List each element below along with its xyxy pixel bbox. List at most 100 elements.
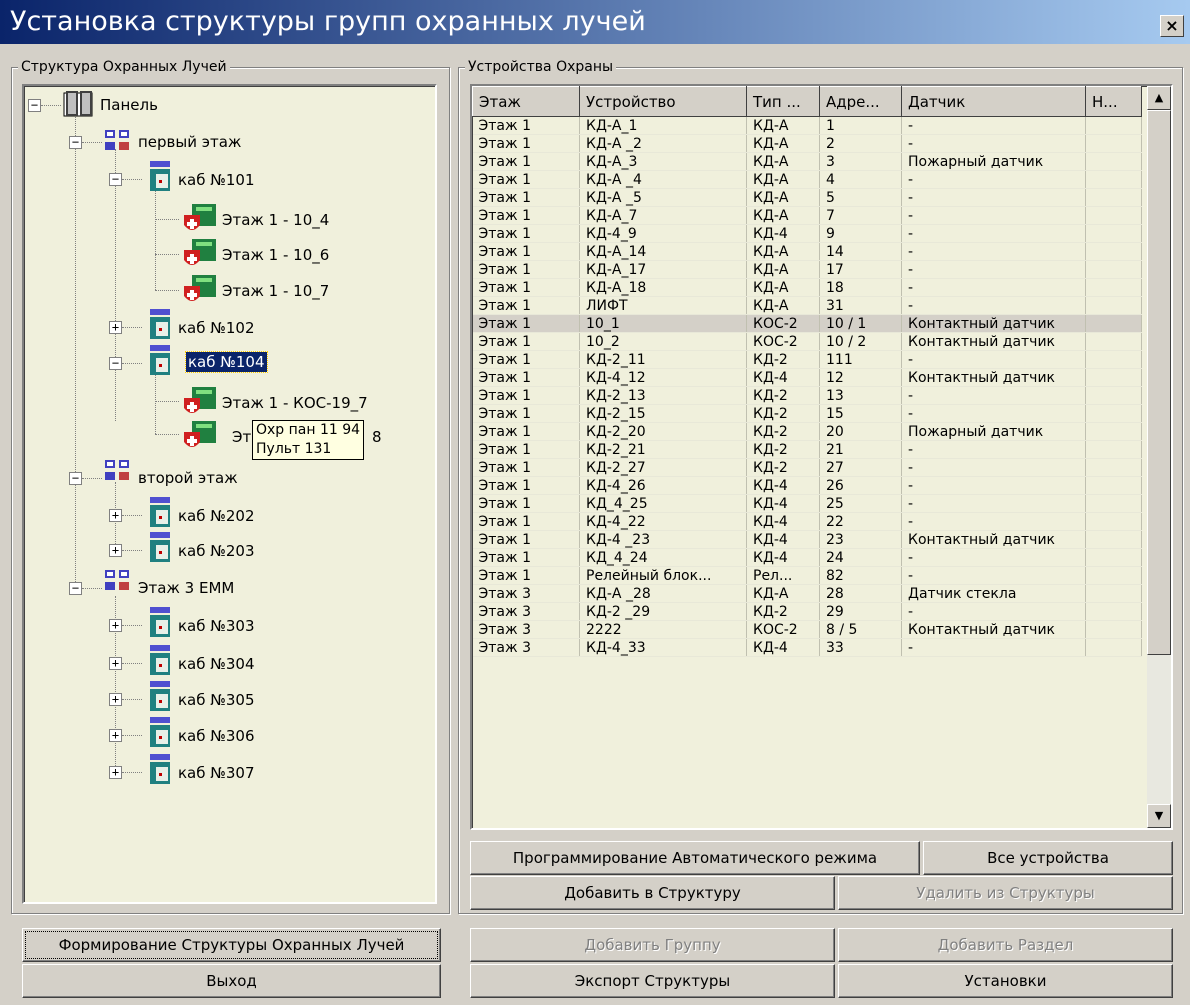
table-cell (1085, 296, 1142, 315)
column-header[interactable]: Устройство (579, 86, 747, 117)
tree-node-floor1[interactable]: первый этаж (136, 132, 243, 152)
table-cell (1085, 638, 1142, 657)
close-button[interactable]: × (1160, 15, 1184, 37)
tree-node-zone-partial[interactable]: Эт (230, 427, 253, 447)
table-cell: 1 (819, 116, 902, 135)
devices-table[interactable]: Этаж Устройство Тип ... Адре... Датчик Н... Э… (470, 84, 1173, 830)
tree-node-room304[interactable]: каб №304 (176, 654, 257, 674)
table-row[interactable]: Этаж 3 КД-4_33 КД-4 33- (472, 638, 1142, 657)
table-cell: Пожарный датчик (901, 422, 1086, 441)
add-group-button[interactable]: Добавить Группу (470, 928, 835, 962)
table-row[interactable]: Этаж 1 КД-4 _23 КД-4 23 Контактный датчик (472, 530, 1142, 549)
settings-button[interactable]: Установки (838, 964, 1173, 998)
tree-node-zone[interactable]: Этаж 1 - 10_7 (220, 281, 331, 301)
table-row[interactable]: Этаж 1 10_2 КОС-2 10 / 2 Контактный датчик (472, 332, 1142, 351)
tree-node-room305[interactable]: каб №305 (176, 690, 257, 710)
table-cell: КД-2_21 (579, 440, 747, 459)
tree-node-room202[interactable]: каб №202 (176, 506, 257, 526)
table-cell (1085, 134, 1142, 153)
tree-node-room307[interactable]: каб №307 (176, 763, 257, 783)
expand-toggle[interactable]: + (109, 509, 122, 522)
scroll-up-arrow-icon[interactable]: ▲ (1147, 86, 1171, 110)
tree-node-floor2[interactable]: второй этаж (136, 468, 240, 488)
table-cell: 4 (819, 170, 902, 189)
table-row[interactable]: Этаж 1 КД-А_7 КД-А 7- (472, 206, 1142, 225)
all-devices-button[interactable]: Все устройства (923, 841, 1173, 875)
table-row[interactable]: Этаж 1 КД-А_1 КД-А 1- (472, 116, 1142, 135)
tree-node-room203[interactable]: каб №203 (176, 541, 257, 561)
table-row[interactable]: Этаж 1 КД-А _5 КД-А 5- (472, 188, 1142, 207)
vertical-scrollbar[interactable]: ▲ ▼ (1147, 86, 1171, 828)
tree-node-zone[interactable]: Этаж 1 - КОС-19_7 (220, 393, 370, 413)
scroll-down-arrow-icon[interactable]: ▼ (1147, 804, 1171, 828)
collapse-toggle[interactable]: − (109, 357, 122, 370)
form-structure-button[interactable]: Формирование Структуры Охранных Лучей (22, 928, 441, 962)
table-cell (1085, 566, 1142, 585)
table-row[interactable]: Этаж 1 КД-2_15 КД-2 15- (472, 404, 1142, 423)
tree-node-zone[interactable]: Этаж 1 - 10_4 (220, 210, 331, 230)
table-row[interactable]: Этаж 1 КД-А_14 КД-А 14- (472, 242, 1142, 261)
collapse-toggle[interactable]: − (28, 99, 41, 112)
table-cell: КД-4_22 (579, 512, 747, 531)
table-cell: - (901, 260, 1086, 279)
tree-node-floor3[interactable]: Этаж 3 ЕММ (136, 578, 236, 598)
column-header[interactable]: Тип ... (746, 86, 820, 117)
tree-node-zone[interactable]: Этаж 1 - 10_6 (220, 245, 331, 265)
expand-toggle[interactable]: + (109, 657, 122, 670)
expand-toggle[interactable]: + (109, 693, 122, 706)
table-cell: 20 (819, 422, 902, 441)
tree-node-room104[interactable]: каб №104 (185, 351, 268, 373)
collapse-toggle[interactable]: − (69, 472, 82, 485)
expand-toggle[interactable]: + (109, 544, 122, 557)
table-row[interactable]: Этаж 1 КД-2_27 КД-2 27- (472, 458, 1142, 477)
table-row[interactable]: Этаж 1 КД-2_11 КД-2 111- (472, 350, 1142, 369)
table-row[interactable]: Этаж 1 КД_4_24 КД-4 24- (472, 548, 1142, 567)
column-header[interactable]: Этаж (472, 86, 580, 117)
table-row[interactable]: Этаж 1 КД-А _2 КД-А 2- (472, 134, 1142, 153)
table-row[interactable]: Этаж 1 КД-4_9 КД-4 9- (472, 224, 1142, 243)
table-row[interactable]: Этаж 1 КД-2_13 КД-2 13- (472, 386, 1142, 405)
exit-button[interactable]: Выход (22, 964, 441, 998)
column-header[interactable]: Датчик (901, 86, 1086, 117)
table-row[interactable]: Этаж 1 КД-А_17 КД-А 17- (472, 260, 1142, 279)
table-row[interactable]: Этаж 1 КД-А_3 КД-А 3 Пожарный датчик (472, 152, 1142, 171)
expand-toggle[interactable]: + (109, 729, 122, 742)
table-row[interactable]: Этаж 1 КД-А_18 КД-А 18- (472, 278, 1142, 297)
collapse-toggle[interactable]: − (69, 136, 82, 149)
table-cell (1085, 332, 1142, 351)
table-row[interactable]: Этаж 3 КД-А _28 КД-А 28 Датчик стекла (472, 584, 1142, 603)
collapse-toggle[interactable]: − (109, 173, 122, 186)
table-row[interactable]: Этаж 1 КД_4_25 КД-4 25- (472, 494, 1142, 513)
tree-node-room102[interactable]: каб №102 (176, 318, 257, 338)
expand-toggle[interactable]: + (109, 321, 122, 334)
add-to-structure-button[interactable]: Добавить в Структуру (470, 876, 835, 910)
tree-node-panel[interactable]: Панель (98, 95, 160, 115)
tree-node-room303[interactable]: каб №303 (176, 616, 257, 636)
table-row[interactable]: Этаж 1 КД-4_22 КД-4 22- (472, 512, 1142, 531)
prog-auto-button[interactable]: Программирование Автоматического режима (470, 841, 920, 875)
column-header[interactable]: Адре... (819, 86, 902, 117)
remove-from-structure-button[interactable]: Удалить из Структуры (838, 876, 1173, 910)
table-row[interactable]: Этаж 1 КД-2_20 КД-2 20 Пожарный датчик (472, 422, 1142, 441)
table-cell: Контактный датчик (901, 332, 1086, 351)
tree-node-room306[interactable]: каб №306 (176, 726, 257, 746)
structure-tree[interactable]: − Панель − первый этаж − каб №101 Этаж 1… (22, 84, 437, 904)
scroll-thumb[interactable] (1147, 110, 1171, 655)
table-cell (1085, 620, 1142, 639)
table-row[interactable]: Этаж 1 КД-2_21 КД-2 21- (472, 440, 1142, 459)
table-row[interactable]: Этаж 1 КД-А _4 КД-А 4- (472, 170, 1142, 189)
expand-toggle[interactable]: + (109, 766, 122, 779)
expand-toggle[interactable]: + (109, 619, 122, 632)
table-row[interactable]: Этаж 1 10_1 КОС-2 10 / 1 Контактный датчик (472, 314, 1142, 333)
table-row[interactable]: Этаж 1 КД-4_12 КД-4 12 Контактный датчик (472, 368, 1142, 387)
table-row[interactable]: Этаж 3 КД-2 _29 КД-2 29- (472, 602, 1142, 621)
collapse-toggle[interactable]: − (69, 582, 82, 595)
column-header[interactable]: Н... (1085, 86, 1142, 117)
export-structure-button[interactable]: Экспорт Структуры (470, 964, 835, 998)
add-section-button[interactable]: Добавить Раздел (838, 928, 1173, 962)
table-row[interactable]: Этаж 3 2222 КОС-2 8 / 5 Контактный датчик (472, 620, 1142, 639)
table-row[interactable]: Этаж 1 ЛИФТ КД-А 31- (472, 296, 1142, 315)
table-row[interactable]: Этаж 1 КД-4_26 КД-4 26- (472, 476, 1142, 495)
tree-node-room101[interactable]: каб №101 (176, 170, 257, 190)
table-row[interactable]: Этаж 1 Релейный блок... Рел... 82- (472, 566, 1142, 585)
